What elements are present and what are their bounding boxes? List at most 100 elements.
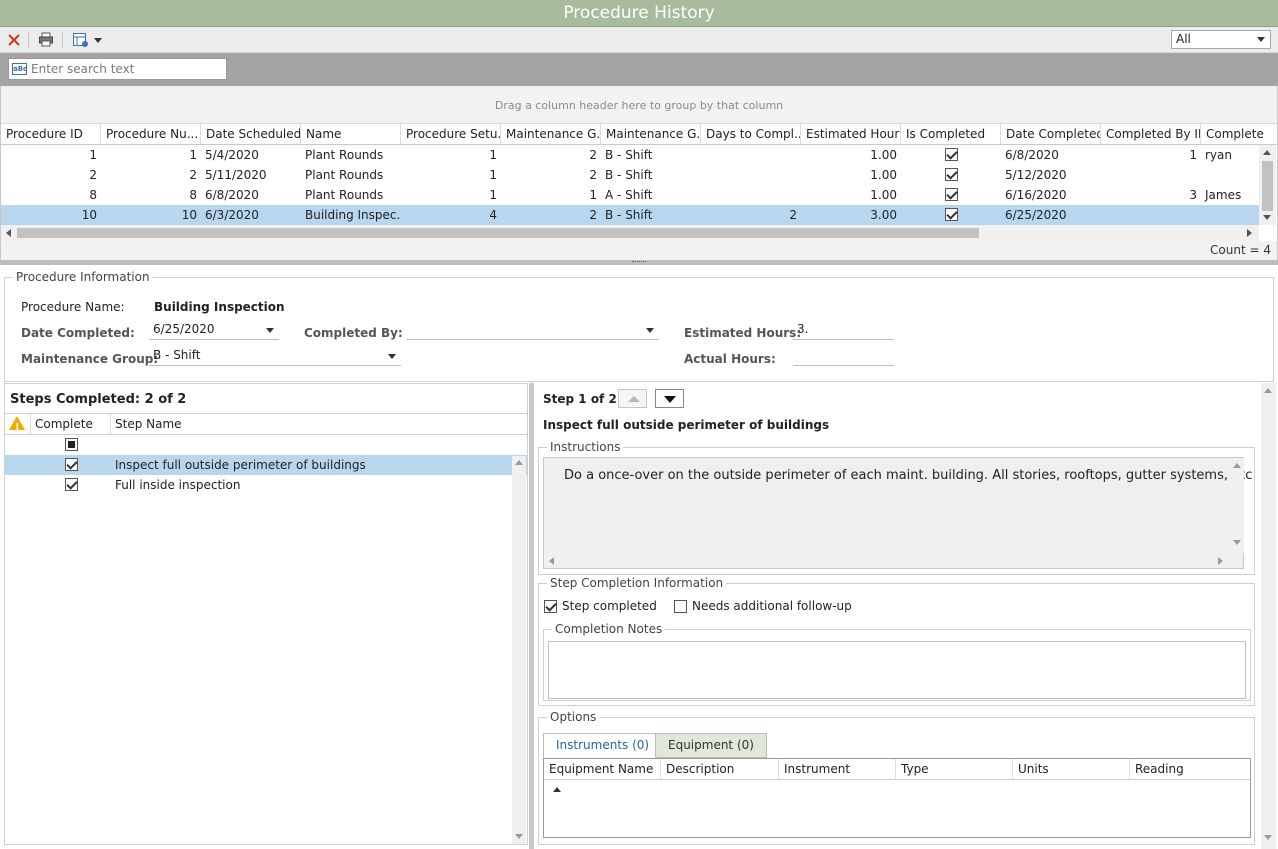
step-completed-checkbox[interactable] xyxy=(544,599,557,613)
chevron-down-icon[interactable] xyxy=(388,354,396,359)
search-box[interactable]: aBc xyxy=(8,58,227,80)
completed-by-field[interactable] xyxy=(407,320,659,340)
cell: 1.00 xyxy=(870,188,897,202)
search-input[interactable] xyxy=(31,62,221,76)
step-complete-checkbox[interactable] xyxy=(64,478,78,491)
col-header[interactable]: Estimated Hours xyxy=(801,124,901,144)
list-item[interactable]: Inspect full outside perimeter of buildi… xyxy=(5,455,527,475)
scroll-down-icon[interactable] xyxy=(1233,540,1241,545)
col-header[interactable]: Type xyxy=(896,759,1013,779)
col-header[interactable]: Instrument xyxy=(779,759,896,779)
col-header[interactable]: Date Completed xyxy=(1001,124,1101,144)
scroll-up-icon[interactable] xyxy=(1264,388,1272,393)
estimated-hours-field[interactable]: 3. xyxy=(793,320,894,340)
followup-checkbox[interactable] xyxy=(674,599,687,613)
table-row[interactable]: 1 1 5/4/2020 Plant Rounds 1 2 B - Shift … xyxy=(1,145,1259,165)
scroll-right-icon[interactable] xyxy=(1218,557,1223,565)
cell: Plant Rounds xyxy=(305,148,384,162)
completion-notes-input[interactable] xyxy=(549,642,1245,698)
date-completed-field[interactable]: 6/25/2020 xyxy=(149,320,279,340)
col-header[interactable]: Days to Compl... xyxy=(701,124,801,144)
col-header[interactable]: Procedure Setu... xyxy=(401,124,501,144)
col-header[interactable]: Reading xyxy=(1130,759,1250,779)
maintenance-group-value: B - Shift xyxy=(153,348,201,362)
print-button[interactable] xyxy=(36,31,56,49)
scroll-left-icon[interactable] xyxy=(549,557,554,565)
col-header[interactable]: Maintenance G... xyxy=(601,124,701,144)
cell xyxy=(1201,165,1259,185)
col-header[interactable]: Date Scheduled xyxy=(201,124,301,144)
cell: 2 xyxy=(589,208,597,222)
actual-hours-label: Actual Hours: xyxy=(684,352,776,366)
tab-instruments[interactable]: Instruments (0) xyxy=(543,733,663,758)
chevron-down-icon[interactable] xyxy=(266,328,274,333)
previous-step-button[interactable] xyxy=(618,389,647,408)
col-header[interactable]: Step Name xyxy=(111,414,527,434)
select-all-checkbox[interactable] xyxy=(64,438,78,451)
table-row-selected[interactable]: 10 10 6/3/2020 Building Inspec... 4 2 B … xyxy=(1,205,1259,225)
vertical-splitter[interactable] xyxy=(529,383,534,849)
col-header[interactable]: Name xyxy=(301,124,401,144)
scroll-up-icon[interactable] xyxy=(1233,463,1241,468)
close-button[interactable] xyxy=(5,31,23,49)
steps-vertical-scrollbar[interactable] xyxy=(512,456,526,844)
cell: Building Inspec... xyxy=(305,208,401,222)
col-header[interactable]: Is Completed xyxy=(901,124,1001,144)
filter-combo[interactable]: All xyxy=(1171,30,1271,49)
table-row[interactable]: 8 8 6/8/2020 Plant Rounds 1 1 A - Shift … xyxy=(1,185,1259,205)
col-header[interactable]: Completed By ID xyxy=(1101,124,1201,144)
step-completion-legend: Step Completion Information xyxy=(550,576,724,590)
table-row[interactable]: 2 2 5/11/2020 Plant Rounds 1 2 B - Shift… xyxy=(1,165,1259,185)
maintenance-group-field[interactable]: B - Shift xyxy=(149,346,401,366)
is-completed-checkbox[interactable] xyxy=(944,148,958,161)
layout-menu-button[interactable] xyxy=(70,31,104,49)
scroll-right-icon[interactable] xyxy=(1247,229,1252,237)
instructions-legend: Instructions xyxy=(550,440,621,454)
search-bar: aBc xyxy=(0,53,1278,86)
col-header[interactable]: Maintenance G... xyxy=(501,124,601,144)
actual-hours-field[interactable] xyxy=(793,346,894,366)
col-header[interactable]: Description xyxy=(661,759,779,779)
col-header[interactable]: Units xyxy=(1013,759,1130,779)
list-item[interactable]: Full inside inspection xyxy=(5,475,527,495)
grid-vertical-scrollbar[interactable] xyxy=(1259,145,1276,225)
col-header[interactable]: Procedure Nu... xyxy=(101,124,201,144)
scroll-thumb[interactable] xyxy=(1262,161,1273,211)
step-completed-option[interactable]: Step completed xyxy=(544,599,657,613)
cell: 3 xyxy=(1189,188,1197,202)
col-header[interactable]: Complete xyxy=(1201,124,1277,144)
scroll-thumb[interactable] xyxy=(17,228,979,238)
instructions-vertical-scrollbar[interactable] xyxy=(1230,458,1244,553)
scroll-left-icon[interactable] xyxy=(6,229,11,237)
tab-equipment[interactable]: Equipment (0) xyxy=(655,733,767,758)
instructions-horizontal-scrollbar[interactable] xyxy=(544,553,1230,568)
cell: Plant Rounds xyxy=(305,168,384,182)
group-by-panel[interactable]: Drag a column header here to group by th… xyxy=(1,86,1277,124)
next-step-button[interactable] xyxy=(655,389,684,408)
instructions-box[interactable]: Do a once-over on the outside perimeter … xyxy=(543,457,1252,569)
col-header[interactable]: Complete xyxy=(31,414,111,434)
options-legend: Options xyxy=(550,710,597,724)
scroll-down-icon[interactable] xyxy=(1264,835,1272,840)
step-complete-checkbox[interactable] xyxy=(64,458,78,471)
col-header[interactable]: Procedure ID xyxy=(1,124,101,144)
is-completed-checkbox[interactable] xyxy=(944,188,958,201)
scroll-down-icon[interactable] xyxy=(1263,215,1271,220)
is-completed-checkbox[interactable] xyxy=(944,168,958,181)
col-header[interactable]: Equipment Name xyxy=(544,759,661,792)
chevron-down-icon xyxy=(94,37,102,43)
is-completed-checkbox[interactable] xyxy=(944,208,958,221)
scroll-up-icon[interactable] xyxy=(515,460,523,465)
grip-icon xyxy=(632,261,646,263)
horizontal-splitter[interactable] xyxy=(0,260,1278,265)
cell: 1 xyxy=(489,188,497,202)
grid-horizontal-scrollbar[interactable] xyxy=(1,225,1259,241)
detail-vertical-scrollbar[interactable] xyxy=(1261,383,1276,849)
scroll-up-icon[interactable] xyxy=(1263,150,1271,155)
followup-option[interactable]: Needs additional follow-up xyxy=(674,599,852,613)
new-item-row[interactable] xyxy=(5,435,527,455)
scroll-down-icon[interactable] xyxy=(515,834,523,839)
chevron-down-icon[interactable] xyxy=(646,328,654,333)
cell: 10 xyxy=(181,208,197,222)
completion-notes-box[interactable] xyxy=(548,641,1246,699)
